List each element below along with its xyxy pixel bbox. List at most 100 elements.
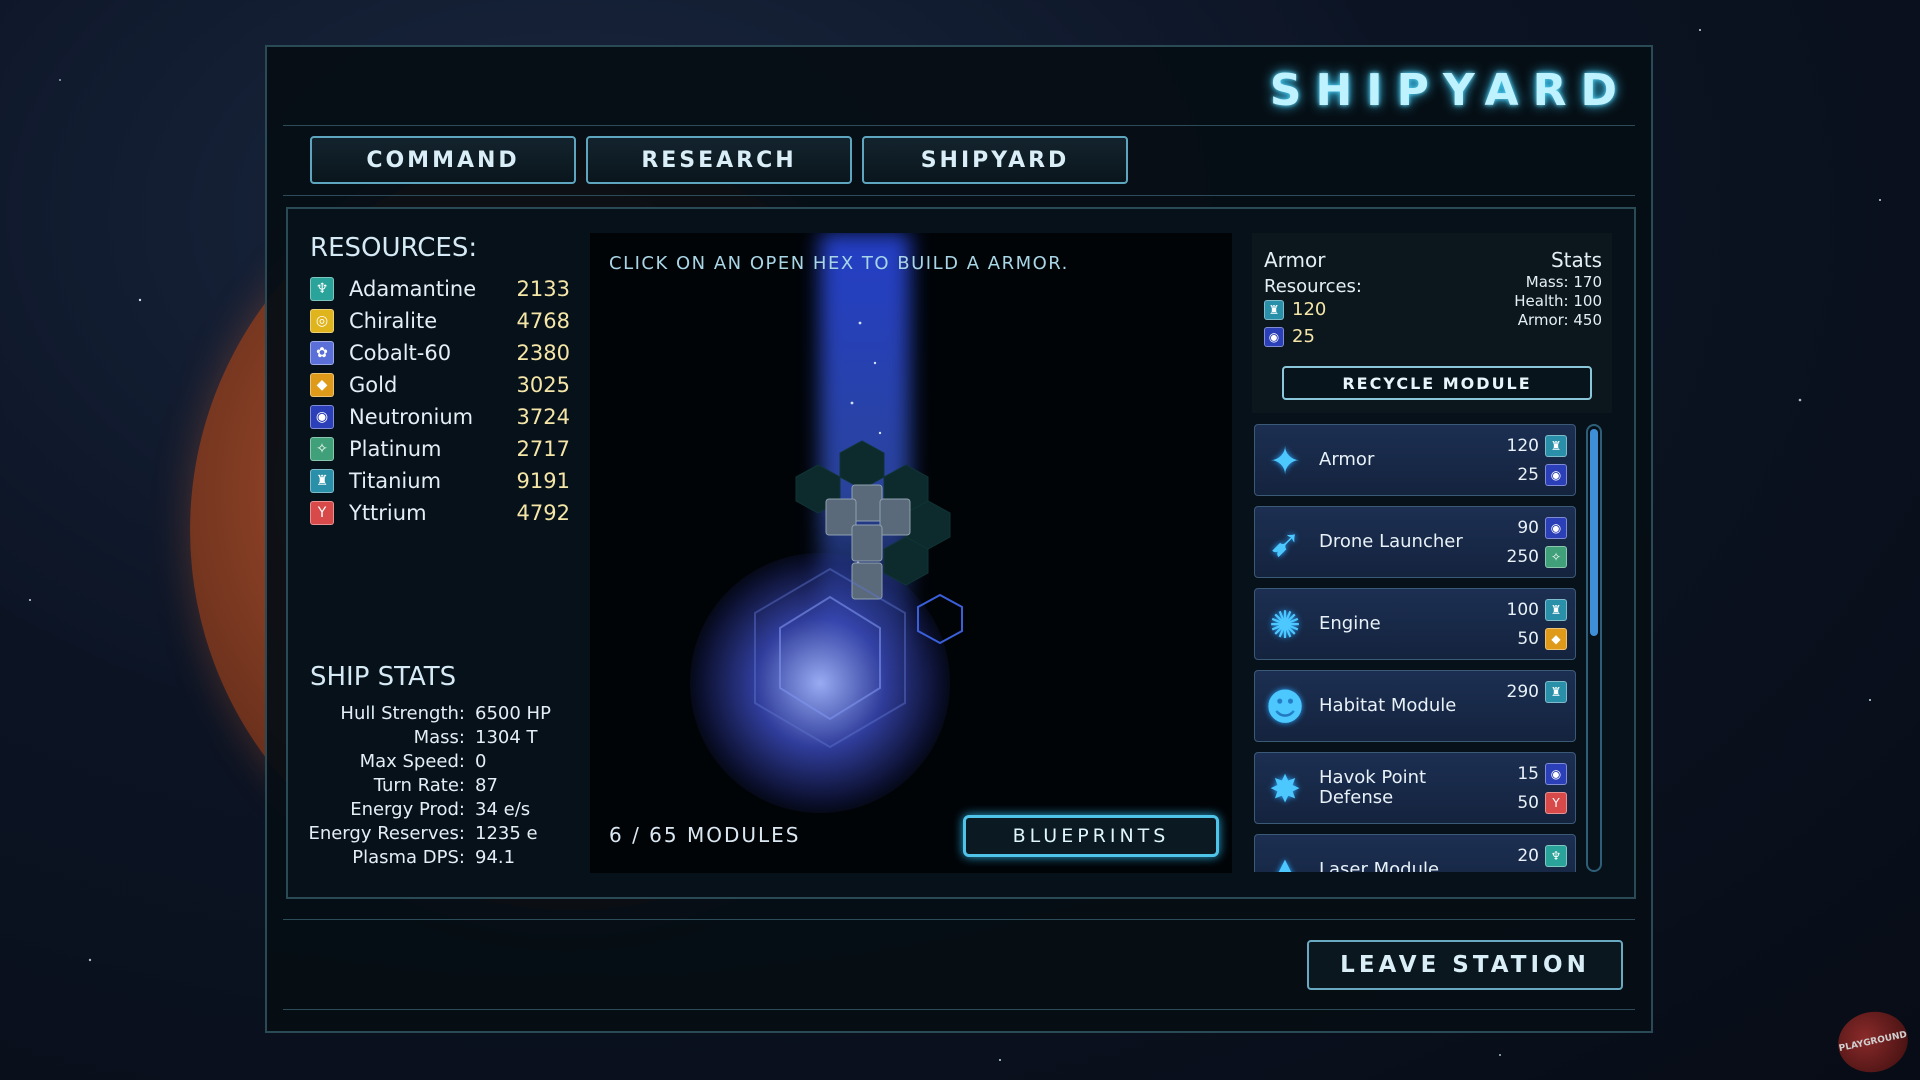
titanium-icon: ♜ bbox=[1545, 434, 1567, 457]
hex-grid[interactable] bbox=[590, 233, 1232, 873]
ship-module bbox=[851, 562, 883, 600]
detail-module-name: Armor bbox=[1264, 248, 1326, 272]
module-cost: 250 ✧ bbox=[1507, 542, 1567, 571]
neutronium-icon: ◉ bbox=[310, 405, 334, 429]
module-costs: 100 ♜ 50 ◆ bbox=[1507, 595, 1567, 653]
yttrium-icon: Y bbox=[310, 501, 334, 525]
module-name: Havok Point Defense bbox=[1319, 767, 1427, 808]
havok-point-defense-icon: ✸ bbox=[1269, 767, 1301, 811]
module-list-item[interactable]: ✸ Havok Point Defense 15 ◉ 50 Y bbox=[1254, 752, 1576, 824]
stat-value: 94.1 bbox=[475, 847, 516, 868]
module-cost-amount: 50 bbox=[1517, 628, 1539, 649]
divider bbox=[283, 1009, 1635, 1010]
module-cost-amount: 25 bbox=[1517, 464, 1539, 485]
ship-stat-row: Plasma DPS: 94.1 bbox=[298, 847, 573, 871]
module-count: 6 / 65 MODULES bbox=[609, 823, 801, 847]
stat-value: 1235 e bbox=[475, 823, 538, 844]
chiralite-icon: ◎ bbox=[310, 309, 334, 333]
divider bbox=[283, 919, 1635, 920]
selected-hex bbox=[917, 593, 963, 645]
module-name: Habitat Module bbox=[1319, 695, 1457, 716]
module-cost: 25 ◉ bbox=[1507, 460, 1567, 489]
module-list-item[interactable]: ✦ Armor 120 ♜ 25 ◉ bbox=[1254, 424, 1576, 496]
resource-value: 3025 bbox=[516, 373, 570, 397]
platinum-icon: ✧ bbox=[310, 437, 334, 461]
platinum-icon: ✧ bbox=[1545, 545, 1567, 568]
titanium-icon: ♜ bbox=[1545, 598, 1567, 621]
resource-name: Platinum bbox=[349, 437, 442, 461]
module-cost: 20 ♆ bbox=[1517, 841, 1567, 870]
stat-label: Mass: bbox=[413, 727, 465, 748]
stat-label: Energy Prod: bbox=[350, 799, 465, 820]
module-cost-amount: 15 bbox=[1517, 763, 1539, 784]
scroll-thumb[interactable] bbox=[1590, 429, 1598, 636]
gold-icon: ◆ bbox=[1545, 627, 1567, 650]
ship-stat-row: Turn Rate: 87 bbox=[298, 775, 573, 799]
module-list-scrollbar[interactable] bbox=[1586, 424, 1602, 872]
ship-stats-list: Hull Strength: 6500 HP Mass: 1304 T Max Spee… bbox=[298, 703, 573, 871]
titanium-icon: ♜ bbox=[310, 469, 334, 493]
leave-station-button[interactable]: LEAVE STATION bbox=[1307, 940, 1623, 990]
ship-stats-heading: SHIP STATS bbox=[310, 662, 457, 692]
module-cost-amount: 100 bbox=[1506, 599, 1539, 620]
blueprints-button[interactable]: BLUEPRINTS bbox=[963, 815, 1219, 857]
divider bbox=[283, 195, 1635, 196]
stat-value: 6500 HP bbox=[475, 703, 551, 724]
resource-value: 3724 bbox=[516, 405, 570, 429]
armor-icon: ✦ bbox=[1269, 439, 1301, 483]
module-detail-panel: Armor Stats Resources: Mass: 170 Health:… bbox=[1252, 233, 1612, 413]
resource-name: Adamantine bbox=[349, 277, 477, 301]
tab-research[interactable]: RESEARCH bbox=[586, 136, 852, 184]
titanium-icon: ♜ bbox=[1264, 299, 1284, 320]
shipyard-window: SHIPYARD COMMAND RESEARCH SHIPYARD RESOU… bbox=[265, 45, 1653, 1033]
detail-cost-amount: 120 bbox=[1292, 299, 1327, 320]
module-costs: 15 ◉ 50 Y bbox=[1517, 759, 1567, 817]
detail-cost-row: ♜ 120 bbox=[1264, 299, 1326, 320]
detail-stats-label: Stats bbox=[1550, 248, 1602, 272]
module-list[interactable]: ✦ Armor 120 ♜ 25 ◉ ➹ Drone Launcher 90 ◉ 250 ✧ ✺ Engi… bbox=[1254, 424, 1576, 872]
open-hex bbox=[839, 440, 885, 490]
ship-stat-row: Hull Strength: 6500 HP bbox=[298, 703, 573, 727]
ship-stat-row: Mass: 1304 T bbox=[298, 727, 573, 751]
module-cost-amount: 120 bbox=[1506, 435, 1539, 456]
module-costs: 20 ♆ bbox=[1517, 841, 1567, 870]
module-list-item[interactable]: ✺ Engine 100 ♜ 50 ◆ bbox=[1254, 588, 1576, 660]
module-name: Drone Launcher bbox=[1319, 531, 1463, 552]
adamantine-icon: ♆ bbox=[1545, 844, 1567, 867]
module-list-item[interactable]: ☻ Habitat Module 290 ♜ bbox=[1254, 670, 1576, 742]
stat-label: Turn Rate: bbox=[373, 775, 465, 796]
module-name: Laser Module bbox=[1319, 859, 1440, 873]
module-name: Engine bbox=[1319, 613, 1381, 634]
resource-name: Cobalt-60 bbox=[349, 341, 452, 365]
resource-row: ✧ Platinum 2717 bbox=[310, 433, 570, 465]
shipyard-panel: RESOURCES: ♆ Adamantine 2133 ◎ Chiralite 4768… bbox=[286, 207, 1636, 899]
module-cost: 50 ◆ bbox=[1507, 624, 1567, 653]
resource-value: 2380 bbox=[516, 341, 570, 365]
module-cost-amount: 20 bbox=[1517, 845, 1539, 866]
module-cost: 50 Y bbox=[1517, 788, 1567, 817]
recycle-module-button[interactable]: RECYCLE MODULE bbox=[1282, 366, 1592, 400]
module-list-item[interactable]: ➹ Drone Launcher 90 ◉ 250 ✧ bbox=[1254, 506, 1576, 578]
gold-icon: ◆ bbox=[310, 373, 334, 397]
resource-name: Yttrium bbox=[349, 501, 427, 525]
ship-stat-row: Max Speed: 0 bbox=[298, 751, 573, 775]
resource-row: ♜ Titanium 9191 bbox=[310, 465, 570, 497]
module-list-item[interactable]: ▲ Laser Module 20 ♆ bbox=[1254, 834, 1576, 872]
build-hint: CLICK ON AN OPEN HEX TO BUILD A ARMOR. bbox=[609, 253, 1069, 274]
neutronium-icon: ◉ bbox=[1545, 516, 1567, 539]
stat-label: Max Speed: bbox=[359, 751, 465, 772]
drone-launcher-icon: ➹ bbox=[1269, 521, 1301, 565]
module-cost: 100 ♜ bbox=[1507, 595, 1567, 624]
stat-value: 34 e/s bbox=[475, 799, 531, 820]
ship-build-viewport[interactable]: CLICK ON AN OPEN HEX TO BUILD A ARMOR. 6… bbox=[590, 233, 1232, 873]
resource-name: Neutronium bbox=[349, 405, 474, 429]
stat-value: 87 bbox=[475, 775, 498, 796]
tab-shipyard[interactable]: SHIPYARD bbox=[862, 136, 1128, 184]
module-costs: 290 ♜ bbox=[1507, 677, 1567, 706]
detail-mass: Mass: 170 bbox=[1525, 273, 1602, 291]
resource-value: 9191 bbox=[516, 469, 570, 493]
stat-label: Hull Strength: bbox=[340, 703, 465, 724]
neutronium-icon: ◉ bbox=[1264, 326, 1284, 347]
page-title: SHIPYARD bbox=[1269, 65, 1631, 116]
tab-command[interactable]: COMMAND bbox=[310, 136, 576, 184]
